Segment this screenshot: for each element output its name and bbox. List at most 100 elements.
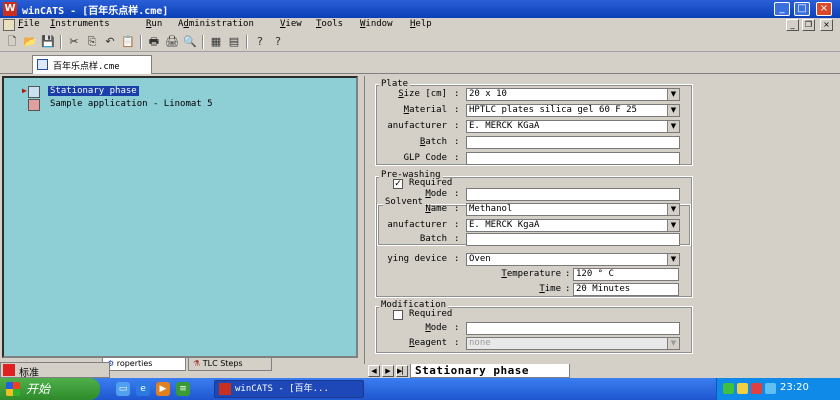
clock[interactable]: 23:20 <box>780 382 809 393</box>
menu-file[interactable]: File <box>18 19 40 29</box>
save-icon[interactable]: 💾 <box>40 34 56 50</box>
scroll-last-icon[interactable]: ▶▏ <box>396 365 408 377</box>
chevron-down-icon[interactable]: ▼ <box>667 220 679 231</box>
document-tab-strip: 百年乐点样.cme <box>0 52 840 74</box>
plate-legend: Plate <box>379 79 411 89</box>
prewashing-required-checkbox[interactable]: ✓ <box>393 179 403 189</box>
prewashing-mode-input[interactable] <box>466 188 680 201</box>
tray-app-icon[interactable] <box>751 383 762 394</box>
time-label: Time <box>539 284 561 294</box>
open-icon[interactable]: 📂 <box>22 34 38 50</box>
material-combo[interactable]: HPTLC plates silica gel 60 F 25 ▼ <box>466 104 680 117</box>
ime-toolbar[interactable]: 标准 <box>0 362 110 379</box>
reagent-label: Reagent <box>409 338 447 348</box>
menu-run[interactable]: Run <box>146 19 162 29</box>
print2-icon[interactable]: 🖨 <box>164 34 180 50</box>
sample-application-icon <box>28 99 40 111</box>
modification-mode-label: Mode <box>425 323 447 333</box>
document-icon[interactable] <box>3 19 15 31</box>
chevron-down-icon[interactable]: ▼ <box>667 105 679 116</box>
size-combo[interactable]: 20 x 10 ▼ <box>466 88 680 101</box>
toolbar-separator <box>140 35 142 49</box>
tray-security-icon[interactable] <box>737 383 748 394</box>
drying-device-label: ying device <box>387 254 447 264</box>
chevron-down-icon[interactable]: ▼ <box>667 254 679 265</box>
chevron-down-icon[interactable]: ▼ <box>667 89 679 100</box>
colon: : <box>454 254 460 264</box>
mdi-minimize-button[interactable]: _ <box>786 19 799 31</box>
time-input[interactable]: 20 Minutes <box>573 283 679 296</box>
calc-icon[interactable]: ▦ <box>208 34 224 50</box>
maximize-button[interactable]: □ <box>794 2 810 16</box>
start-button[interactable]: 开始 <box>0 378 100 400</box>
close-button[interactable]: × <box>816 2 832 16</box>
minimize-button[interactable]: _ <box>774 2 790 16</box>
batch-input[interactable] <box>466 136 680 149</box>
menu-administration[interactable]: Administration <box>178 19 254 29</box>
document-tab[interactable]: 百年乐点样.cme <box>32 55 152 74</box>
colon: : <box>454 323 460 333</box>
wincats-icon <box>219 383 231 395</box>
table-icon[interactable]: ▤ <box>226 34 242 50</box>
tray-volume-icon[interactable] <box>765 383 776 394</box>
ime-mode-label: 标准 <box>19 368 39 379</box>
reagent-combo[interactable]: none ▼ <box>466 337 680 350</box>
taskbar: 开始 ▭ e ▶ ≡ winCATS - [百年... 23:20 <box>0 378 840 400</box>
colon: : <box>454 89 460 99</box>
glp-code-input[interactable] <box>466 152 680 165</box>
mdi-close-button[interactable]: × <box>820 19 833 31</box>
solvent-name-combo[interactable]: Methanol ▼ <box>466 203 680 216</box>
scroll-left-icon[interactable]: ◀ <box>368 365 380 377</box>
menu-tools[interactable]: Tools <box>316 19 343 29</box>
menu-instruments[interactable]: Instruments <box>50 19 110 29</box>
menu-window[interactable]: Window <box>360 19 393 29</box>
show-desktop-icon[interactable]: ▭ <box>116 382 130 396</box>
title-bar: W winCATS - [百年乐点样.cme] _ □ × <box>0 0 840 18</box>
mdi-restore-button[interactable]: ❐ <box>802 19 815 31</box>
stationary-phase-icon <box>28 86 40 98</box>
cut-icon[interactable]: ✂ <box>66 34 82 50</box>
undo-icon[interactable]: ↶ <box>102 34 118 50</box>
paste-icon[interactable]: 📋 <box>120 34 136 50</box>
app-icon[interactable]: W <box>3 2 17 16</box>
internet-explorer-icon[interactable]: e <box>136 382 150 396</box>
solvent-batch-input[interactable] <box>466 233 680 246</box>
modification-required-label: Required <box>409 309 453 319</box>
chevron-down-icon[interactable]: ▼ <box>667 204 679 215</box>
tab-tlc-steps[interactable]: ⚗ TLC Steps <box>188 358 272 371</box>
tab-stationary-phase[interactable]: Stationary phase <box>410 364 570 378</box>
menu-help[interactable]: Help <box>410 19 432 29</box>
temperature-input[interactable]: 120 ° C <box>573 268 679 281</box>
chevron-down-icon[interactable]: ▼ <box>667 121 679 132</box>
toolbar-separator <box>202 35 204 49</box>
tree-item-sample-application[interactable]: Sample application - Linomat 5 <box>20 99 300 111</box>
batch-label: Batch <box>419 137 447 147</box>
manufacturer-combo[interactable]: E. MERCK KGaA ▼ <box>466 120 680 133</box>
new-icon[interactable]: 🗋 <box>4 34 20 50</box>
drying-device-combo[interactable]: Oven ▼ <box>466 253 680 266</box>
media-player-icon[interactable]: ▶ <box>156 382 170 396</box>
modification-mode-input[interactable] <box>466 322 680 335</box>
modification-required-checkbox[interactable] <box>393 310 403 320</box>
colon: : <box>454 189 460 199</box>
tree-item-stationary-phase[interactable]: Stationary phase <box>20 86 220 98</box>
colon: : <box>454 234 460 244</box>
solvent-name-label: Name <box>425 204 447 214</box>
taskbar-item-wincats[interactable]: winCATS - [百年... <box>214 380 364 398</box>
copy-icon[interactable]: ⎘ <box>84 34 100 50</box>
quicklaunch-icon[interactable]: ≡ <box>176 382 190 396</box>
tray-network-icon[interactable] <box>723 383 734 394</box>
temperature-label: Temperature <box>501 269 561 279</box>
preview-icon[interactable]: 🔍 <box>182 34 198 50</box>
size-label: Size [cm] <box>398 89 447 99</box>
whatsthis-icon[interactable]: ? <box>270 34 286 50</box>
solvent-manufacturer-combo[interactable]: E. MERCK KgaA ▼ <box>466 219 680 232</box>
colon: : <box>454 220 460 230</box>
document-tab-label: 百年乐点样.cme <box>53 62 120 72</box>
scroll-right-icon[interactable]: ▶ <box>382 365 394 377</box>
print-icon[interactable]: 🖶 <box>146 34 162 50</box>
tab-properties[interactable]: ⚙ roperties <box>102 358 186 371</box>
help-icon[interactable]: ? <box>252 34 268 50</box>
toolbar: 🗋 📂 💾 ✂ ⎘ ↶ 📋 🖶 🖨 🔍 ▦ ▤?? <box>0 32 840 52</box>
menu-view[interactable]: View <box>280 19 302 29</box>
